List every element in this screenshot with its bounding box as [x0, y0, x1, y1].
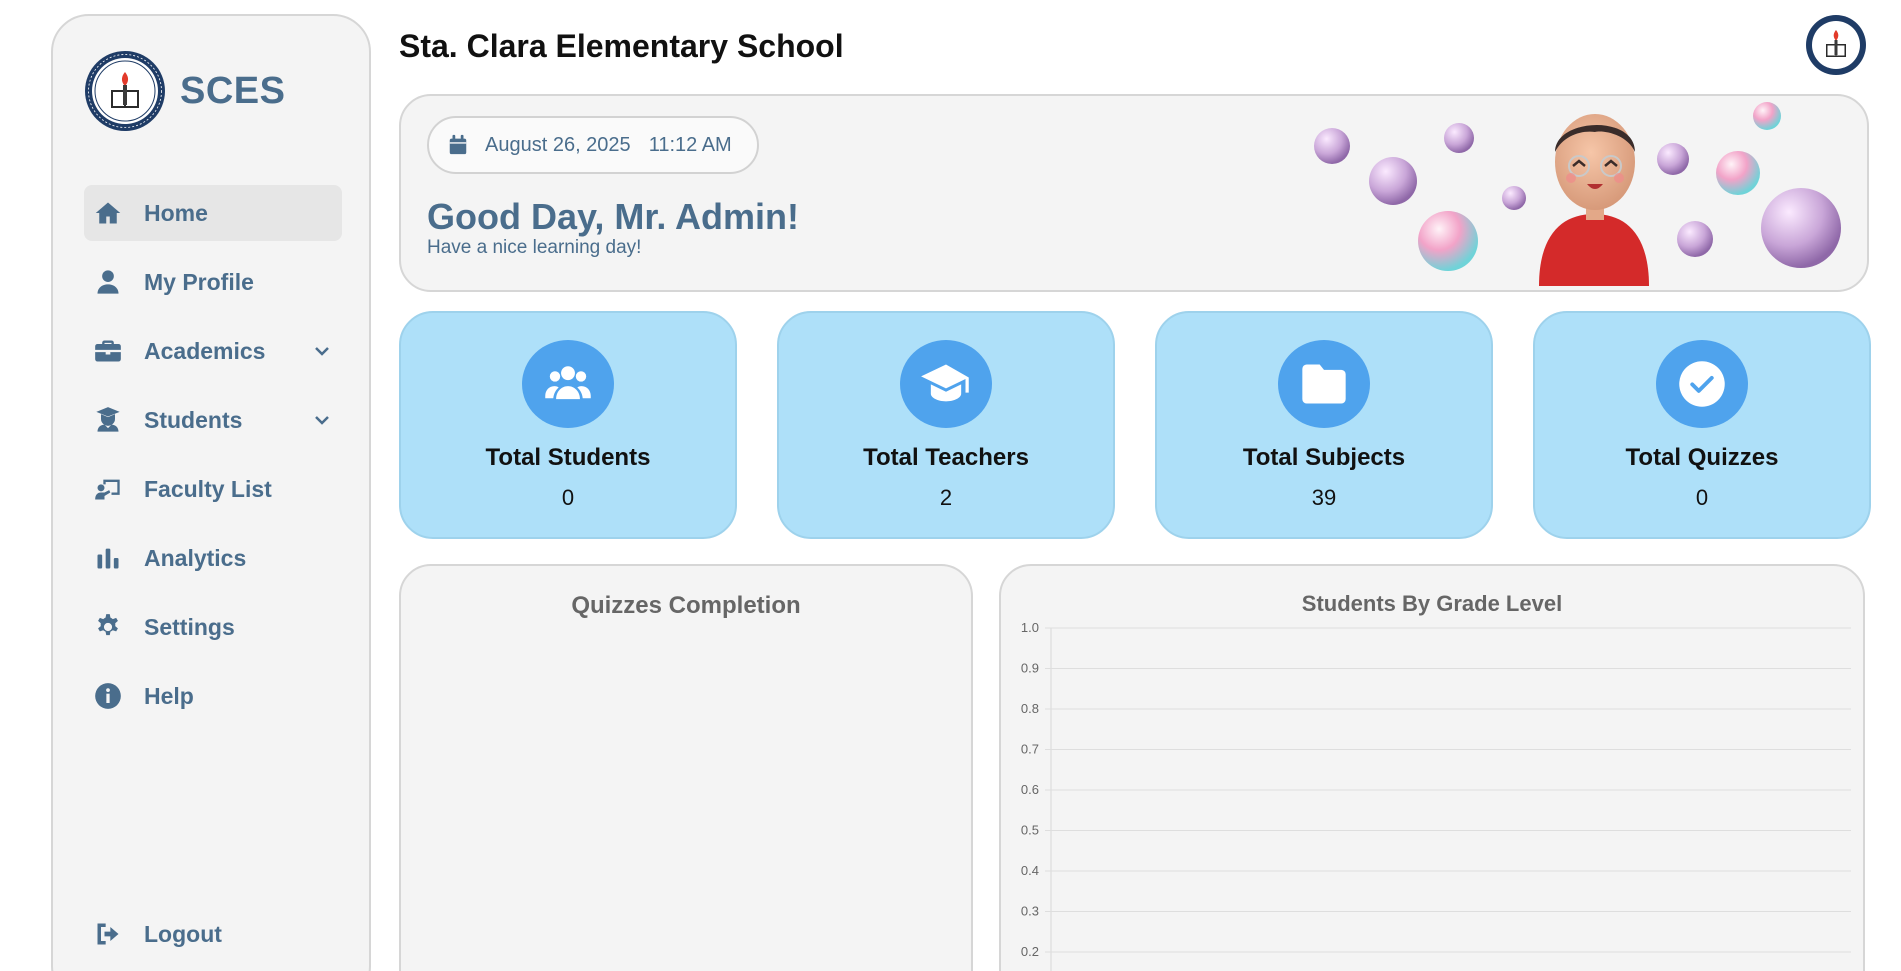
grade-level-chart: 1.0 0.9 0.8 0.7 0.6 0.5 0.4 0.3 0.2 [1021, 620, 1851, 971]
stat-value: 2 [939, 485, 953, 510]
stat-value: 0 [1695, 485, 1709, 510]
school-seal-avatar[interactable] [1805, 14, 1867, 76]
current-date: August 26, 2025 [485, 133, 631, 156]
stat-label: Total Teachers [863, 444, 1029, 471]
sidebar-item-help[interactable]: Help [84, 668, 342, 724]
stat-label: Total Quizzes [1625, 444, 1779, 471]
panel-title: Quizzes Completion [571, 592, 801, 619]
sidebar-item-settings[interactable]: Settings [84, 599, 342, 655]
stat-card-total-students[interactable]: Total Students 0 [399, 311, 737, 539]
logout-icon [93, 919, 123, 949]
stat-value: 0 [561, 485, 575, 510]
calendar-icon [449, 134, 467, 155]
sidebar-item-label: Settings [144, 613, 235, 640]
y-tick-label: 1.0 [1021, 620, 1039, 635]
logout-button[interactable]: Logout [84, 906, 342, 962]
folder-icon [1278, 340, 1370, 428]
chalkboard-teacher-icon [93, 474, 123, 504]
y-tick-label: 0.9 [1021, 661, 1039, 676]
sidebar-item-label: Home [144, 199, 208, 226]
current-time: 11:12 AM [648, 133, 732, 156]
sidebar-item-label: Help [144, 682, 194, 709]
sidebar-item-label: Academics [144, 337, 266, 364]
greeting-subtitle: Have a nice learning day! [427, 237, 642, 258]
graduation-cap-icon [900, 340, 992, 428]
stat-card-total-teachers[interactable]: Total Teachers 2 [777, 311, 1115, 539]
y-tick-label: 0.5 [1021, 823, 1039, 838]
sidebar-item-label: Students [144, 406, 243, 433]
school-seal-logo [85, 51, 165, 131]
sidebar-item-analytics[interactable]: Analytics [84, 530, 342, 586]
check-circle-icon [1656, 340, 1748, 428]
chevron-down-icon[interactable] [312, 410, 332, 430]
sidebar-item-students[interactable]: Students [84, 392, 342, 448]
sidebar-item-label: My Profile [144, 268, 254, 295]
sidebar-item-academics[interactable]: Academics [84, 323, 342, 379]
page-title: Sta. Clara Elementary School [399, 28, 844, 64]
greeting-text: Good Day, Mr. Admin! [427, 196, 800, 237]
y-tick-label: 0.8 [1021, 701, 1039, 716]
brand-name: SCES [180, 69, 286, 112]
quizzes-completion-panel: Quizzes Completion [399, 564, 973, 971]
graduate-icon [93, 405, 123, 435]
bar-chart-icon [93, 543, 123, 573]
stat-value: 39 [1311, 485, 1337, 510]
sidebar-item-my-profile[interactable]: My Profile [84, 254, 342, 310]
sidebar-nav: Home My Profile Academics Students Facul… [84, 185, 342, 737]
stat-card-total-subjects[interactable]: Total Subjects 39 [1155, 311, 1493, 539]
sidebar-item-faculty-list[interactable]: Faculty List [84, 461, 342, 517]
info-icon [93, 681, 123, 711]
briefcase-icon [93, 336, 123, 366]
y-tick-label: 0.7 [1021, 742, 1039, 757]
y-tick-label: 0.3 [1021, 904, 1039, 919]
brand[interactable]: SCES [84, 50, 285, 132]
gear-icon [93, 612, 123, 642]
kid-bubbles-illustration [1314, 102, 1841, 286]
stat-label: Total Subjects [1242, 444, 1406, 471]
home-icon [93, 198, 123, 228]
y-tick-label: 0.4 [1021, 863, 1039, 878]
y-tick-label: 0.2 [1021, 944, 1039, 959]
sidebar-item-home[interactable]: Home [84, 185, 342, 241]
date-time-pill: August 26, 2025 11:12 AM [427, 116, 759, 174]
sidebar: SCES Home My Profile Academics Students … [51, 14, 371, 971]
stat-label: Total Students [485, 444, 651, 471]
sidebar-item-label: Faculty List [144, 475, 272, 502]
users-icon [522, 340, 614, 428]
sidebar-item-label: Analytics [144, 544, 247, 571]
logout-label: Logout [144, 920, 222, 947]
y-tick-label: 0.6 [1021, 782, 1039, 797]
chevron-down-icon[interactable] [312, 341, 332, 361]
students-by-grade-panel: Students By Grade Level 1.0 0.9 0.8 0.7 0.6 0… [999, 564, 1865, 971]
user-icon [93, 267, 123, 297]
stat-card-total-quizzes[interactable]: Total Quizzes 0 [1533, 311, 1871, 539]
greeting-banner: August 26, 2025 11:12 AM Good Day, Mr. A… [399, 94, 1869, 292]
